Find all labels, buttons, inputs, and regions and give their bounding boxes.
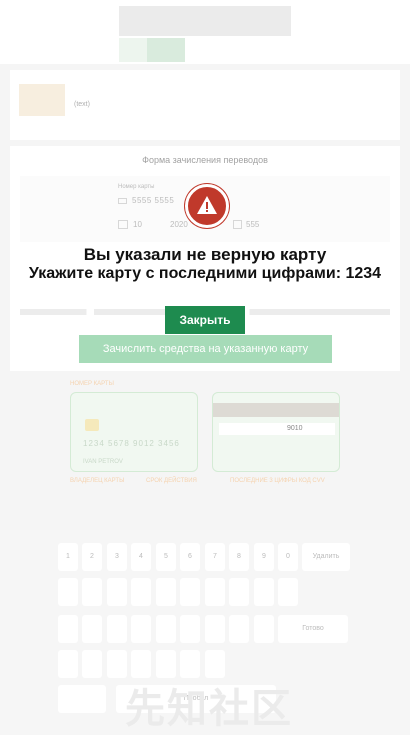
warning-icon — [185, 184, 229, 228]
submit-funds-button[interactable]: Зачислить средства на указанную карту — [79, 335, 332, 363]
error-overlay: Вы указали не верную карту Укажите карту… — [0, 0, 410, 735]
error-title: Вы указали не верную карту — [83, 245, 327, 264]
close-button[interactable]: Закрыть — [165, 306, 245, 334]
error-message: Укажите карту с последними цифрами: 1234 — [28, 265, 382, 282]
